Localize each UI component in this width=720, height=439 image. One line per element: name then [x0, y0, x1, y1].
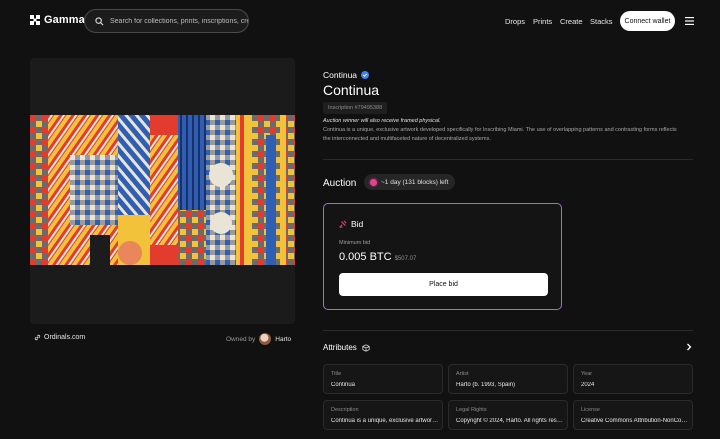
- attribute-key: License: [581, 407, 600, 413]
- place-bid-button[interactable]: Place bid: [339, 273, 548, 296]
- nav-stacks[interactable]: Stacks: [590, 17, 613, 26]
- chevron-right-icon[interactable]: [686, 343, 692, 351]
- minimum-bid-amount: 0.005 BTC $507.07: [339, 251, 416, 263]
- artwork-panel: [30, 58, 295, 324]
- bid-heading: Bid: [339, 219, 363, 229]
- ordinals-link-text: Ordinals.com: [44, 334, 86, 341]
- description-lead: Auction winner will also receive framed …: [323, 118, 441, 124]
- owned-by: Owned by Harto: [226, 333, 291, 345]
- nav-create[interactable]: Create: [560, 17, 583, 26]
- attribute-card-license[interactable]: License Creative Commons Attribution-Non…: [573, 400, 693, 430]
- cube-icon: [362, 343, 370, 352]
- attribute-key: Title: [331, 371, 342, 377]
- attribute-key: Year: [581, 371, 593, 377]
- menu-icon[interactable]: [685, 17, 694, 25]
- artwork-description: Continua is a unique, exclusive artwork …: [323, 127, 677, 142]
- nav-drops[interactable]: Drops: [505, 17, 525, 26]
- timer-dot-icon: [370, 178, 377, 186]
- attribute-card-year[interactable]: Year 2024: [573, 364, 693, 394]
- search-bar[interactable]: [84, 9, 249, 33]
- logo[interactable]: Gamma: [30, 14, 85, 26]
- attribute-value: 2024: [581, 382, 595, 388]
- bid-card: Bid Minimum bid 0.005 BTC $507.07 Place …: [323, 203, 562, 310]
- search-icon: [95, 16, 104, 25]
- link-icon: [34, 334, 41, 341]
- grid-logo-icon: [30, 15, 40, 25]
- divider: [323, 159, 693, 160]
- attribute-value: Continua: [331, 382, 356, 388]
- attribute-card-legal-rights[interactable]: Legal Rights Copyright © 2024, Harto. Al…: [448, 400, 568, 430]
- bid-amount-usd: $507.07: [394, 256, 417, 262]
- attribute-card-description[interactable]: Description Continua is a unique, exclus…: [323, 400, 443, 430]
- verified-icon: [361, 71, 370, 79]
- divider: [323, 330, 693, 331]
- ordinals-link[interactable]: Ordinals.com: [34, 334, 85, 341]
- attribute-key: Artist: [456, 371, 469, 377]
- attribute-card-artist[interactable]: Artist Harto (b. 1993, Spain): [448, 364, 568, 394]
- minimum-bid-label: Minimum bid: [339, 240, 371, 246]
- owner-name[interactable]: Harto: [275, 336, 291, 343]
- owner-avatar[interactable]: [259, 333, 272, 345]
- top-bar: Gamma Drops Prints Create Stacks Connect…: [0, 0, 720, 42]
- attribute-key: Legal Rights: [456, 407, 487, 413]
- collection-name-text: Continua: [323, 70, 358, 80]
- attribute-key: Description: [331, 407, 359, 413]
- auction-time-left: ~1 day (131 blocks) left: [381, 178, 449, 186]
- attributes-header[interactable]: Attributes: [323, 343, 370, 352]
- attribute-card-title[interactable]: Title Continua: [323, 364, 443, 394]
- bid-amount-btc: 0.005 BTC: [339, 251, 392, 263]
- owned-by-label: Owned by: [226, 335, 256, 343]
- artwork-title: Continua: [323, 82, 380, 98]
- collection-name[interactable]: Continua: [323, 70, 370, 80]
- artwork-image[interactable]: [30, 115, 295, 265]
- search-input[interactable]: [110, 17, 248, 25]
- auction-timer-badge: ~1 day (131 blocks) left: [364, 174, 456, 190]
- bid-sparkle-icon: [339, 220, 347, 228]
- attribute-value: Creative Commons Attribution-NonCommerci…: [581, 418, 691, 424]
- attributes-label: Attributes: [323, 343, 357, 352]
- logo-text: Gamma: [44, 14, 85, 26]
- inscription-badge[interactable]: Inscription #79495388: [323, 102, 388, 114]
- auction-label: Auction: [323, 178, 357, 189]
- attribute-value: Harto (b. 1993, Spain): [456, 382, 516, 388]
- attribute-value: Copyright © 2024, Harto. All rights rese…: [456, 418, 566, 424]
- connect-wallet-button[interactable]: Connect wallet: [620, 11, 675, 31]
- attribute-value: Continua is a unique, exclusive artwork …: [331, 418, 441, 424]
- nav-prints[interactable]: Prints: [533, 17, 552, 26]
- bid-heading-text: Bid: [351, 219, 364, 229]
